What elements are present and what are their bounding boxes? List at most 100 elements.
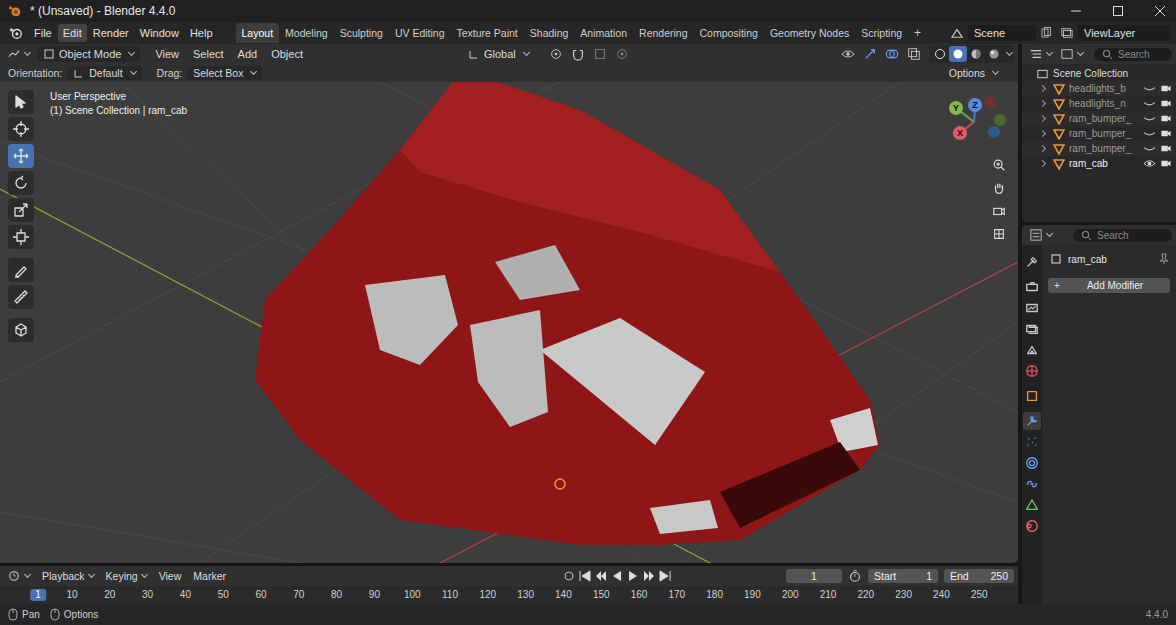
outliner-item[interactable]: ram_bumper_: [1022, 141, 1176, 156]
render-camera-icon[interactable]: [1160, 128, 1172, 139]
pivot-icon[interactable]: [549, 47, 563, 61]
tool-button[interactable]: [8, 90, 34, 114]
properties-tab[interactable]: [1023, 496, 1041, 514]
end-frame-field[interactable]: End250: [944, 569, 1014, 583]
properties-tab[interactable]: [1023, 412, 1041, 430]
workspace-tab[interactable]: Rendering: [633, 23, 693, 43]
view-layer-name-field[interactable]: ViewLayer: [1078, 25, 1170, 41]
add-modifier-button[interactable]: +Add Modifier: [1048, 278, 1170, 293]
proportional-edit-icon[interactable]: [615, 47, 629, 61]
tool-button[interactable]: [8, 198, 34, 222]
display-mode-button[interactable]: [1057, 46, 1086, 62]
next-keyframe-icon[interactable]: [642, 570, 656, 582]
transform-orientation-dropdown[interactable]: Global: [462, 46, 535, 62]
scene-name-field[interactable]: Scene: [968, 25, 1036, 41]
menu-item[interactable]: Edit: [58, 24, 87, 42]
render-camera-icon[interactable]: [1160, 98, 1172, 109]
outliner-root-row[interactable]: Scene Collection: [1022, 66, 1176, 81]
scene-selector[interactable]: Scene: [950, 25, 1052, 41]
expand-arrow-icon[interactable]: [1039, 130, 1046, 137]
render-camera-icon[interactable]: [1160, 113, 1172, 124]
gizmo-x-axis[interactable]: X: [953, 126, 967, 140]
current-frame-field[interactable]: 1: [786, 569, 842, 583]
shading-mode-button[interactable]: [931, 46, 949, 62]
eye-closed-icon[interactable]: [1143, 83, 1156, 94]
outliner-item[interactable]: headlights_b: [1022, 81, 1176, 96]
auto-key-icon[interactable]: [562, 570, 576, 582]
properties-tab[interactable]: [1023, 362, 1041, 380]
expand-arrow-icon[interactable]: [1039, 85, 1046, 92]
pin-icon[interactable]: [1158, 253, 1170, 265]
properties-tab[interactable]: [1023, 253, 1041, 271]
menu-item[interactable]: Render: [88, 24, 134, 42]
play-reverse-icon[interactable]: [610, 570, 624, 582]
navigation-gizmo[interactable]: YZX: [946, 96, 1010, 148]
play-icon[interactable]: [626, 570, 640, 582]
workspace-tab[interactable]: Animation: [574, 23, 633, 43]
properties-tab[interactable]: [1023, 517, 1041, 535]
previous-keyframe-icon[interactable]: [594, 570, 608, 582]
close-icon[interactable]: [1154, 5, 1166, 17]
properties-tab[interactable]: [1023, 387, 1041, 405]
tool-button[interactable]: [8, 171, 34, 195]
editor-type-button[interactable]: [4, 46, 33, 62]
viewport-menu-item[interactable]: Object: [266, 46, 308, 62]
tool-button[interactable]: [8, 258, 34, 282]
gizmo-z-axis[interactable]: Z: [968, 98, 982, 112]
jump-start-icon[interactable]: [578, 570, 592, 582]
timeline-menu-item[interactable]: View: [156, 569, 185, 583]
eye-closed-icon[interactable]: [1143, 113, 1156, 124]
timeline-ruler[interactable]: 1102030405060708090100110120130140150160…: [0, 586, 1018, 604]
camera-view-button[interactable]: [988, 200, 1010, 222]
shading-mode-button[interactable]: [985, 46, 1003, 62]
tool-button[interactable]: [8, 318, 34, 342]
outliner-editor-type-button[interactable]: [1026, 46, 1055, 62]
menu-item[interactable]: File: [29, 24, 57, 42]
eye-closed-icon[interactable]: [1143, 98, 1156, 109]
tool-button[interactable]: [8, 225, 34, 249]
snap-target-icon[interactable]: [593, 47, 607, 61]
overlays-icon[interactable]: [885, 47, 899, 61]
perspective-toggle-button[interactable]: [988, 223, 1010, 245]
expand-arrow-icon[interactable]: [1039, 160, 1046, 167]
menu-item[interactable]: Help: [185, 24, 218, 42]
gizmo-y-axis[interactable]: Y: [949, 101, 963, 115]
blender-menu-icon[interactable]: [9, 26, 23, 40]
render-camera-icon[interactable]: [1160, 158, 1172, 169]
outliner-item[interactable]: ram_bumper_: [1022, 126, 1176, 141]
expand-arrow-icon[interactable]: [1039, 145, 1046, 152]
properties-search-field[interactable]: Search: [1073, 229, 1172, 242]
properties-tab[interactable]: [1023, 454, 1041, 472]
gizmo-toggle-icon[interactable]: [863, 47, 877, 61]
properties-tab[interactable]: [1023, 475, 1041, 493]
expand-arrow-icon[interactable]: [1039, 100, 1046, 107]
workspace-tab[interactable]: Geometry Nodes: [764, 23, 855, 43]
pan-button[interactable]: [988, 177, 1010, 199]
mode-dropdown[interactable]: Object Mode: [37, 46, 140, 62]
view-layer-selector[interactable]: ViewLayer: [1060, 25, 1170, 41]
xray-icon[interactable]: [907, 47, 921, 61]
shading-mode-button[interactable]: [949, 46, 967, 62]
truck-cab-model[interactable]: [255, 82, 880, 545]
workspace-tab[interactable]: Shading: [524, 23, 575, 43]
options-dropdown[interactable]: Options: [943, 66, 1004, 80]
properties-editor-type-button[interactable]: [1026, 227, 1055, 243]
viewport-menu-item[interactable]: Add: [233, 46, 263, 62]
eye-open-icon[interactable]: [1143, 158, 1156, 169]
workspace-tab[interactable]: Compositing: [694, 23, 764, 43]
menu-item[interactable]: Window: [135, 24, 184, 42]
viewport-menu-item[interactable]: Select: [188, 46, 229, 62]
maximize-icon[interactable]: [1112, 5, 1124, 17]
outliner-search-field[interactable]: Search: [1094, 48, 1172, 61]
workspace-tab[interactable]: Layout: [236, 23, 280, 43]
viewport-canvas[interactable]: User Perspective(1) Scene Collection | r…: [0, 82, 1018, 563]
eye-closed-icon[interactable]: [1143, 128, 1156, 139]
expand-arrow-icon[interactable]: [1039, 115, 1046, 122]
minimize-icon[interactable]: [1070, 5, 1082, 17]
properties-tab[interactable]: [1023, 433, 1041, 451]
eye-closed-icon[interactable]: [1143, 143, 1156, 154]
outliner-item[interactable]: headlights_n: [1022, 96, 1176, 111]
workspace-tab[interactable]: Scripting: [855, 23, 908, 43]
timeline-editor-type-button[interactable]: [4, 568, 33, 584]
new-scene-icon[interactable]: [1040, 27, 1052, 39]
